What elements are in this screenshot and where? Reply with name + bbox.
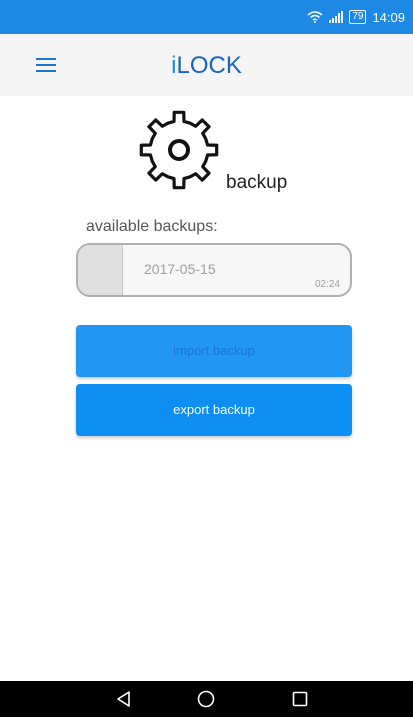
status-time: 14:09 [372, 9, 405, 25]
home-circle-icon[interactable] [196, 689, 216, 709]
app-title: iLOCK [0, 52, 413, 80]
wifi-icon [307, 11, 323, 23]
signal-icon [329, 11, 344, 23]
page-heading: backup [226, 172, 288, 193]
backup-list-item[interactable]: 2017-05-15 02:24 [76, 243, 352, 297]
backup-item-handle[interactable] [78, 245, 123, 295]
status-bar: 79 14:09 [0, 0, 413, 34]
export-backup-button[interactable]: export backup [76, 384, 352, 436]
backup-date: 2017-05-15 [144, 261, 216, 277]
backup-time: 02:24 [314, 279, 340, 290]
import-backup-button[interactable]: import backup [76, 325, 352, 377]
battery-indicator: 79 [349, 10, 367, 24]
gear-icon [135, 106, 223, 194]
available-backups-label: available backups: [86, 218, 218, 235]
back-triangle-icon[interactable] [114, 689, 134, 709]
app-bar: iLOCK [0, 34, 413, 96]
app-title-main: LOCK [176, 52, 242, 79]
recent-apps-square-icon[interactable] [290, 689, 310, 709]
navigation-bar [0, 681, 413, 717]
